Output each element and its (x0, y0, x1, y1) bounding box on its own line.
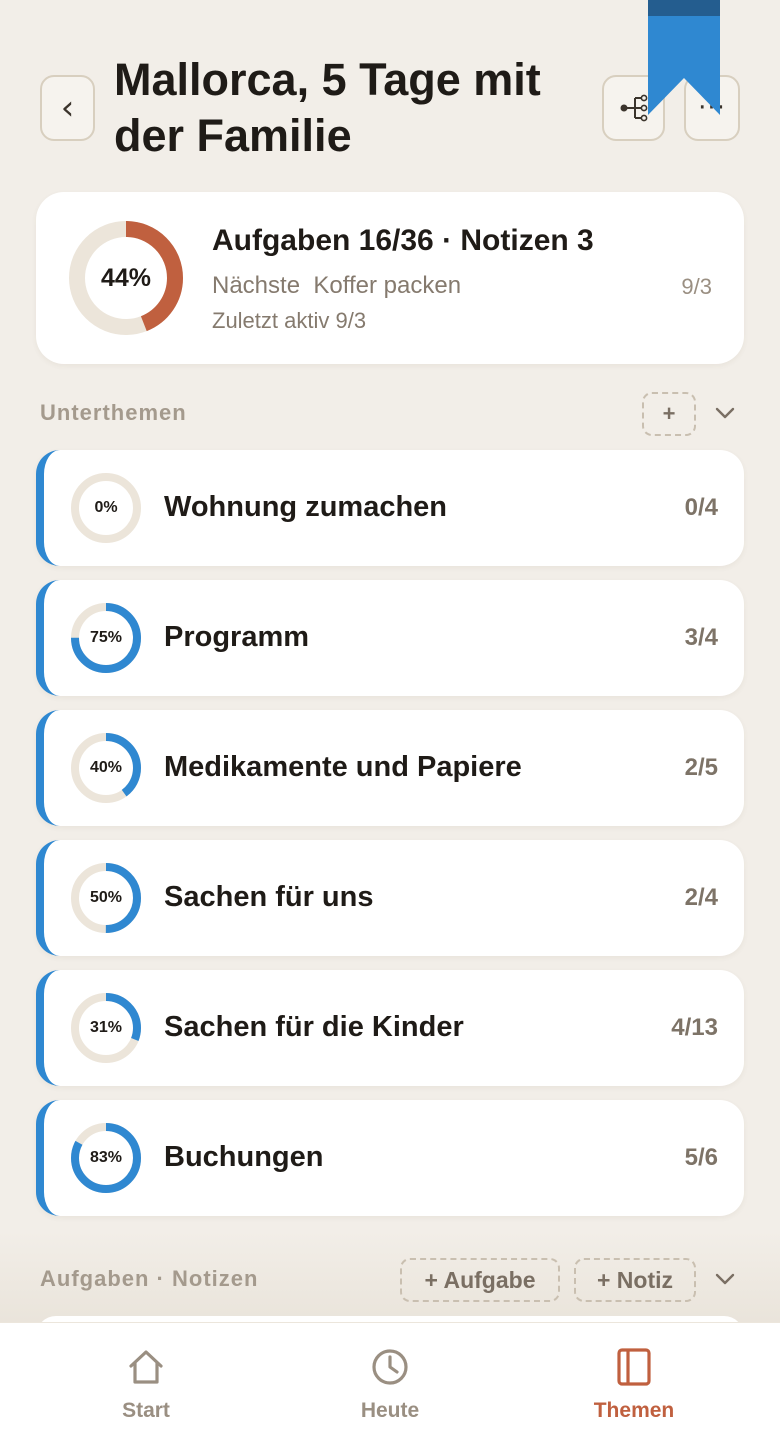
header: ‹ Mallorca, 5 Tage mit der Familie ··· (0, 0, 780, 180)
add-task-label: + Aufgabe (424, 1266, 536, 1293)
subtopic-card[interactable]: 75% Programm 3/4 (36, 580, 744, 696)
subtopic-progress-ring: 31% (68, 990, 144, 1066)
subtopic-progress-label: 50% (89, 889, 123, 906)
subtopic-progress-ring: 0% (68, 470, 144, 546)
subtopic-progress-ring: 50% (68, 860, 144, 936)
add-subtopic-button[interactable]: + (642, 392, 696, 436)
subtopic-card[interactable]: 0% Wohnung zumachen 0/4 (36, 450, 744, 566)
next-task-line: Nächste Koffer packen (212, 272, 461, 300)
subtopic-progress-ring: 75% (68, 600, 144, 676)
subtopic-progress-ring: 40% (68, 730, 144, 806)
subtopic-count: 5/6 (684, 1144, 718, 1171)
nav-today[interactable]: Heute (290, 1323, 490, 1444)
plus-icon: + (662, 401, 676, 426)
add-note-button[interactable]: + Notiz (574, 1258, 696, 1302)
chevron-down-icon[interactable] (714, 1268, 736, 1290)
clock-icon (372, 1349, 408, 1385)
book-icon (617, 1348, 651, 1386)
subtopic-count: 4/13 (671, 1014, 718, 1041)
overall-progress-ring: 44% (66, 218, 186, 338)
subtopic-card[interactable]: 83% Buchungen 5/6 (36, 1100, 744, 1216)
overall-progress-label: 44% (100, 263, 152, 292)
bottom-nav: Start Heute Themen (0, 1322, 780, 1444)
chevron-left-icon: ‹ (60, 88, 75, 128)
last-active: Zuletzt aktiv 9/3 (212, 308, 367, 333)
subtopic-count: 2/5 (684, 754, 718, 781)
subtopic-progress-label: 0% (94, 499, 118, 516)
home-icon (129, 1350, 163, 1384)
nav-topics-label: Themen (593, 1399, 675, 1422)
summary-title: Aufgaben 16/36 · Notizen 3 (212, 224, 594, 257)
subtopic-count: 3/4 (684, 624, 718, 651)
subtopic-title: Programm (164, 621, 310, 653)
subtopics-section-header: Unterthemen + (40, 392, 740, 436)
tree-icon (620, 94, 647, 122)
back-button[interactable]: ‹ (40, 75, 95, 141)
add-task-button[interactable]: + Aufgabe (400, 1258, 560, 1302)
page-title: Mallorca, 5 Tage mit der Familie (114, 54, 541, 161)
progress-summary-card[interactable]: 44% Aufgaben 16/36 · Notizen 3 Nächste K… (36, 192, 744, 364)
add-note-label: + Notiz (596, 1266, 674, 1293)
subtopic-progress-ring: 83% (68, 1120, 144, 1196)
subtopic-card[interactable]: 40% Medikamente und Papiere 2/5 (36, 710, 744, 826)
tasks-section-header: Aufgaben · Notizen + Aufgabe + Notiz (40, 1258, 740, 1302)
subtopic-progress-label: 75% (89, 629, 123, 646)
subtopics-label: Unterthemen (40, 400, 187, 425)
subtopic-card[interactable]: 50% Sachen für uns 2/4 (36, 840, 744, 956)
subtopic-title: Buchungen (164, 1141, 324, 1173)
subtopic-title: Wohnung zumachen (164, 491, 448, 523)
subtopic-title: Sachen für uns (164, 881, 374, 913)
subtopic-count: 0/4 (684, 494, 718, 521)
next-task: Koffer packen (313, 272, 462, 299)
subtopic-count: 2/4 (684, 884, 718, 911)
subtopic-title: Sachen für die Kinder (164, 1011, 464, 1043)
nav-start[interactable]: Start (46, 1323, 246, 1444)
subtopic-card[interactable]: 31% Sachen für die Kinder 4/13 (36, 970, 744, 1086)
subtopic-progress-label: 40% (89, 759, 123, 776)
subtopic-progress-label: 31% (89, 1019, 123, 1036)
nav-start-label: Start (122, 1399, 170, 1422)
next-label: Nächste (212, 272, 301, 299)
subtopic-title: Medikamente und Papiere (164, 751, 522, 783)
subtopic-progress-label: 83% (89, 1149, 123, 1166)
chevron-down-icon[interactable] (714, 402, 736, 424)
nav-topics[interactable]: Themen (534, 1323, 734, 1444)
tasks-label: Aufgaben · Notizen (40, 1266, 259, 1291)
next-task-date: 9/3 (681, 274, 712, 299)
bookmark-icon[interactable] (648, 0, 720, 115)
nav-today-label: Heute (360, 1399, 420, 1422)
